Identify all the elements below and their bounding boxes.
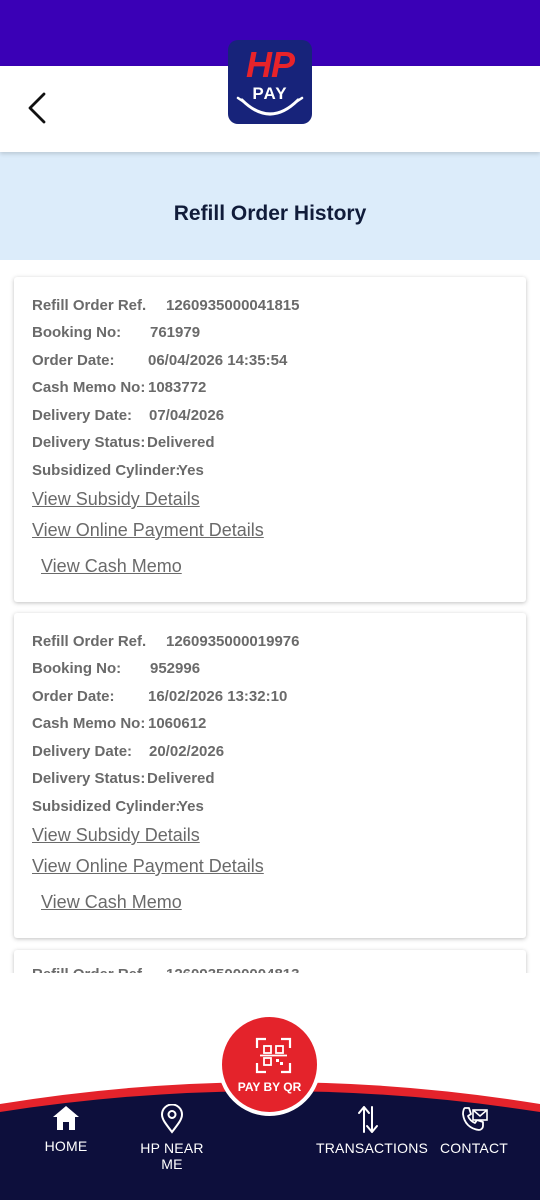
order-card: Refill Order Ref. 1260935000019976 Booki… <box>14 613 526 938</box>
transfer-arrows-icon <box>358 1106 378 1133</box>
delivery-status-value: Delivered <box>147 434 215 451</box>
booking-label: Booking No: <box>32 660 122 677</box>
view-online-payment-link[interactable]: View Online Payment Details <box>32 520 264 541</box>
cash-memo-label: Cash Memo No: <box>32 379 146 396</box>
subsidized-label: Subsidized Cylinder: <box>32 798 181 815</box>
pay-by-qr-button[interactable]: PAY BY QR <box>218 1013 321 1116</box>
booking-value: 952996 <box>150 660 201 677</box>
cash-memo-value: 1060612 <box>148 715 207 732</box>
location-pin-icon <box>160 1104 184 1134</box>
subsidized-value: Yes <box>178 462 204 479</box>
delivery-date-value: 20/02/2026 <box>149 743 225 760</box>
pay-by-qr-label: PAY BY QR <box>237 1080 302 1094</box>
order-ref-row: Refill Order Ref. 1260935000019976 <box>32 633 299 650</box>
nav-hp-near-me-label: HP NEAR ME <box>140 1140 204 1172</box>
delivery-date-label: Delivery Date: <box>32 407 133 424</box>
subsidized-row: Subsidized Cylinder: Yes <box>32 462 204 479</box>
booking-row: Booking No: 761979 <box>32 324 200 341</box>
view-subsidy-details-link[interactable]: View Subsidy Details <box>32 825 200 846</box>
logo-smile-icon <box>236 96 304 116</box>
view-online-payment-link[interactable]: View Online Payment Details <box>32 856 264 877</box>
order-ref-label: Refill Order Ref. <box>32 633 147 650</box>
logo-hp-text: HP <box>245 44 295 85</box>
nav-transactions[interactable]: TRANSACTIONS <box>316 1104 429 1156</box>
delivery-status-value: Delivered <box>147 770 215 787</box>
nav-hp-near-me[interactable]: HP NEAR ME <box>128 1104 216 1172</box>
order-date-row: Order Date: 16/02/2026 13:32:10 <box>32 688 287 705</box>
booking-row: Booking No: 952996 <box>32 660 200 677</box>
order-card: Refill Order Ref. 1260935000041815 Booki… <box>14 277 526 602</box>
hp-pay-logo: HP PAY <box>228 40 312 124</box>
delivery-date-value: 07/04/2026 <box>149 407 225 424</box>
subsidized-label: Subsidized Cylinder: <box>32 462 181 479</box>
chevron-left-icon <box>28 92 46 124</box>
cash-memo-row: Cash Memo No: 1083772 <box>32 379 206 396</box>
home-icon <box>53 1106 79 1130</box>
booking-value: 761979 <box>150 324 201 341</box>
nav-transactions-label: TRANSACTIONS <box>316 1140 429 1156</box>
nav-home-label: HOME <box>44 1138 88 1154</box>
order-ref-row: Refill Order Ref. 1260935000041815 <box>32 297 299 314</box>
delivery-status-row: Delivery Status: Delivered <box>32 434 215 451</box>
delivery-date-row: Delivery Date: 07/04/2026 <box>32 407 224 424</box>
delivery-status-label: Delivery Status: <box>32 434 146 451</box>
booking-label: Booking No: <box>32 324 122 341</box>
subsidized-value: Yes <box>178 798 204 815</box>
cash-memo-row: Cash Memo No: 1060612 <box>32 715 206 732</box>
order-date-label: Order Date: <box>32 352 115 369</box>
view-cash-memo-link[interactable]: View Cash Memo <box>41 892 182 913</box>
nav-contact-label: CONTACT <box>440 1140 509 1156</box>
order-date-value: 16/02/2026 13:32:10 <box>148 688 288 705</box>
order-ref-value: 1260935000019976 <box>166 633 300 650</box>
view-subsidy-details-link[interactable]: View Subsidy Details <box>32 489 200 510</box>
delivery-date-row: Delivery Date: 20/02/2026 <box>32 743 224 760</box>
subsidized-row: Subsidized Cylinder: Yes <box>32 798 204 815</box>
order-date-row: Order Date: 06/04/2026 14:35:54 <box>32 352 287 369</box>
qr-scan-icon <box>255 1037 292 1074</box>
order-date-value: 06/04/2026 14:35:54 <box>148 352 288 369</box>
back-button[interactable] <box>18 88 58 128</box>
view-cash-memo-link[interactable]: View Cash Memo <box>41 556 182 577</box>
phone-mail-icon <box>462 1107 488 1131</box>
delivery-date-label: Delivery Date: <box>32 743 133 760</box>
nav-contact[interactable]: CONTACT <box>440 1104 508 1156</box>
delivery-status-label: Delivery Status: <box>32 770 146 787</box>
order-ref-label: Refill Order Ref. <box>32 297 147 314</box>
nav-home[interactable]: HOME <box>36 1104 96 1154</box>
order-date-label: Order Date: <box>32 688 115 705</box>
order-ref-value: 1260935000041815 <box>166 297 300 314</box>
cash-memo-label: Cash Memo No: <box>32 715 146 732</box>
cash-memo-value: 1083772 <box>148 379 207 396</box>
page-title: Refill Order History <box>173 202 367 225</box>
delivery-status-row: Delivery Status: Delivered <box>32 770 215 787</box>
